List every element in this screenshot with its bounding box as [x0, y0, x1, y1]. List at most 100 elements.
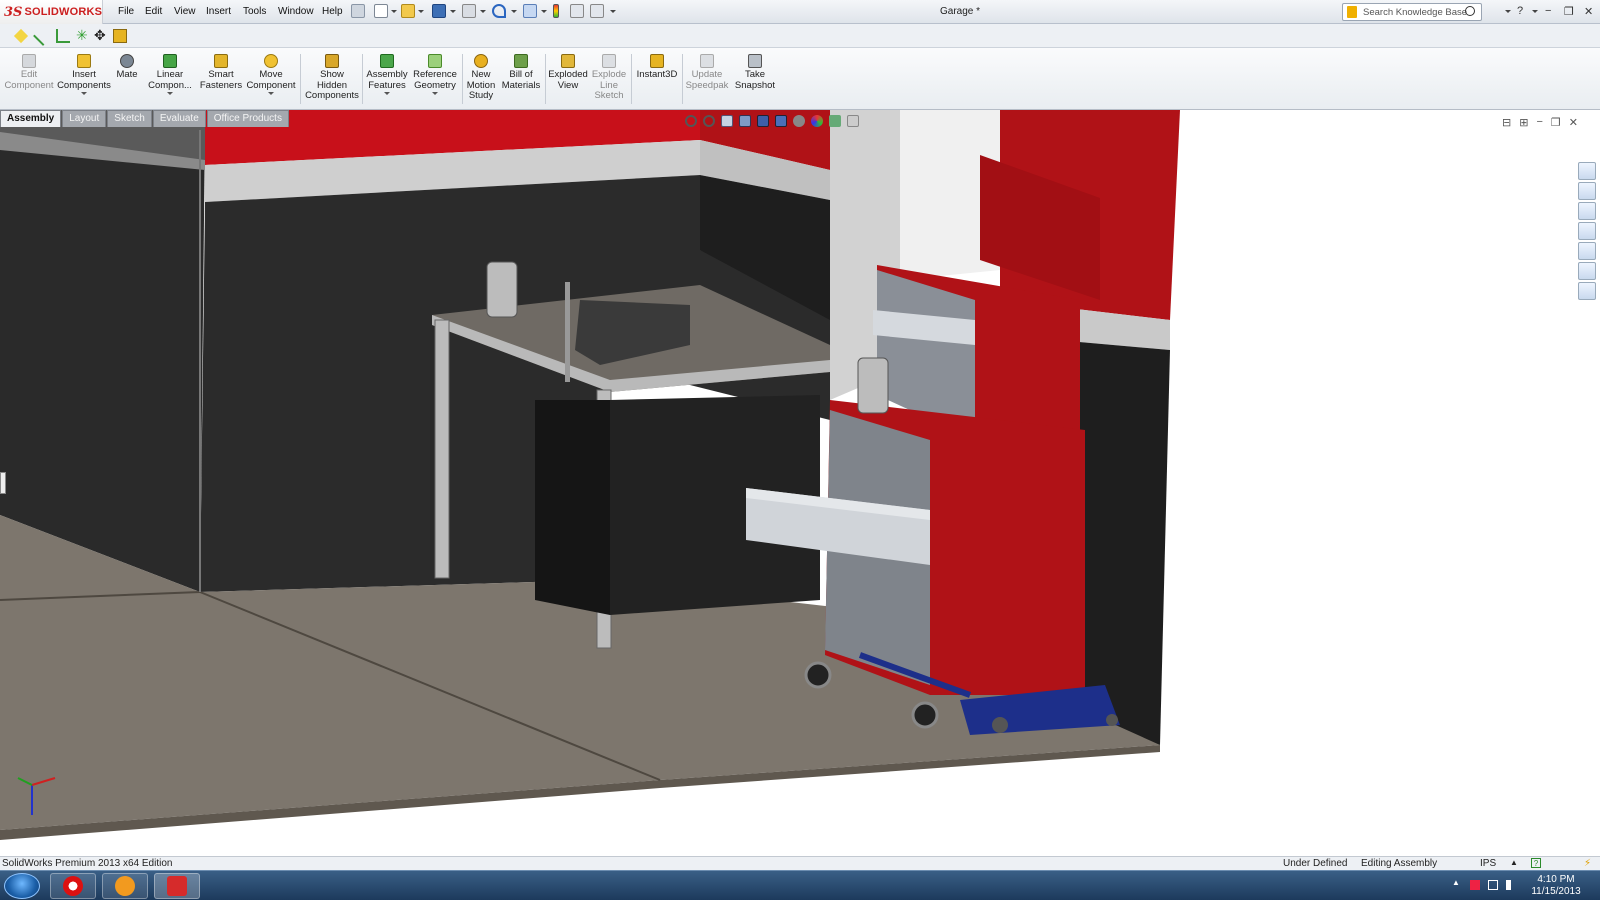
viewport-close-icon[interactable]: ✕ [1569, 116, 1578, 129]
folder-icon[interactable] [1578, 222, 1596, 240]
move-icon[interactable]: ✥ [94, 27, 108, 43]
search-knowledge-base[interactable]: Search Knowledge Base [1342, 3, 1482, 21]
unit-system-selector[interactable]: IPS [1480, 858, 1496, 869]
assembly-features-dropdown-icon[interactable] [384, 92, 390, 95]
rebuild-icon[interactable] [553, 4, 559, 18]
appearances-icon[interactable] [1578, 262, 1596, 280]
view-orientation-icon[interactable] [757, 115, 769, 127]
point-star-icon[interactable]: ✳ [76, 27, 90, 43]
move-component-dropdown-icon[interactable] [268, 92, 274, 95]
menu-insert[interactable]: Insert [206, 6, 231, 17]
show-hidden-components-button[interactable]: Show Hidden Components [304, 54, 360, 102]
menu-view[interactable]: View [174, 6, 196, 17]
network-icon[interactable] [1488, 880, 1498, 890]
rebuild-status-icon[interactable]: ⚡ [1584, 858, 1591, 869]
instant3d-button[interactable]: Instant3D [634, 54, 680, 81]
new-document-icon[interactable] [374, 4, 388, 18]
section-view-icon[interactable] [739, 115, 751, 127]
menu-edit[interactable]: Edit [145, 6, 162, 17]
menu-tools[interactable]: Tools [243, 6, 266, 17]
windows-start-button[interactable] [4, 873, 40, 899]
viewport-restore-icon[interactable]: ❐ [1551, 116, 1561, 129]
taskbar-solidworks[interactable] [154, 873, 200, 899]
line-icon[interactable] [33, 26, 53, 46]
action-center-flag-icon[interactable] [1470, 880, 1480, 890]
tile-vertical-icon[interactable]: ⊞ [1519, 116, 1528, 129]
edit-appearance-icon[interactable] [811, 115, 823, 127]
new-dropdown-icon[interactable] [391, 10, 397, 13]
take-snapshot-button[interactable]: Take Snapshot [732, 54, 778, 91]
minimize-icon[interactable]: − [1545, 5, 1551, 17]
solidworks-resources-icon[interactable] [1578, 162, 1596, 180]
reference-geometry-dropdown-icon[interactable] [432, 92, 438, 95]
options-icon[interactable] [590, 4, 604, 18]
edit-component-button[interactable]: Edit Component [4, 54, 54, 91]
linear-component-pattern-button[interactable]: Linear Compon... [145, 54, 195, 95]
graphics-area[interactable] [0, 110, 1600, 856]
update-speedpak-button[interactable]: Update Speedpak [684, 54, 730, 91]
tab-assembly[interactable]: Assembly [0, 110, 62, 127]
print-icon[interactable] [462, 4, 476, 18]
solidworks-logo[interactable]: 3S SOLIDWORKS [0, 0, 103, 24]
feature-manager-expand-handle[interactable] [0, 472, 6, 494]
file-properties-icon[interactable] [570, 4, 584, 18]
reference-geometry-button[interactable]: Reference Geometry [410, 54, 460, 95]
tab-evaluate[interactable]: Evaluate [152, 110, 206, 127]
tab-office-products[interactable]: Office Products [206, 110, 289, 127]
view-palette-icon[interactable] [1578, 242, 1596, 260]
search-dropdown-icon[interactable] [1505, 10, 1511, 13]
system-clock[interactable]: 4:10 PM 11/15/2013 [1520, 874, 1592, 898]
previous-view-icon[interactable] [721, 115, 733, 127]
tab-layout[interactable]: Layout [62, 110, 107, 127]
pin-icon[interactable] [351, 4, 365, 18]
move-component-button[interactable]: Move Component [246, 54, 296, 95]
insert-components-dropdown-icon[interactable] [81, 92, 87, 95]
instant3d-small-icon[interactable] [113, 29, 127, 43]
menu-help[interactable]: Help [322, 6, 343, 17]
mate-button[interactable]: Mate [112, 54, 142, 81]
print-dropdown-icon[interactable] [480, 10, 486, 13]
design-library-icon[interactable] [1578, 182, 1596, 200]
help-dropdown-icon[interactable] [1532, 10, 1538, 13]
zoom-to-fit-icon[interactable] [685, 115, 697, 127]
sketch-pencil-icon[interactable] [13, 28, 29, 44]
coordinate-icon[interactable] [56, 29, 70, 43]
taskbar-opera[interactable] [50, 873, 96, 899]
volume-icon[interactable] [1506, 880, 1516, 890]
undo-icon[interactable] [492, 4, 506, 18]
restore-icon[interactable]: ❐ [1564, 5, 1574, 18]
hide-show-items-icon[interactable] [793, 115, 805, 127]
insert-components-button[interactable]: Insert Components [56, 54, 112, 95]
tab-sketch[interactable]: Sketch [107, 110, 152, 127]
tile-horizontal-icon[interactable]: ⊟ [1502, 116, 1511, 129]
explode-line-sketch-button[interactable]: Explode Line Sketch [590, 54, 628, 102]
new-motion-study-button[interactable]: New Motion Study [464, 54, 498, 102]
smart-fasteners-button[interactable]: Smart Fasteners [198, 54, 244, 91]
open-dropdown-icon[interactable] [418, 10, 424, 13]
zoom-to-area-icon[interactable] [703, 115, 715, 127]
help-icon[interactable]: ? [1517, 5, 1523, 17]
save-icon[interactable] [432, 4, 446, 18]
menu-window[interactable]: Window [278, 6, 314, 17]
options-dropdown-icon[interactable] [610, 10, 616, 13]
select-dropdown-icon[interactable] [541, 10, 547, 13]
save-dropdown-icon[interactable] [450, 10, 456, 13]
file-explorer-icon[interactable] [1578, 202, 1596, 220]
bill-of-materials-button[interactable]: Bill of Materials [500, 54, 542, 91]
apply-scene-icon[interactable] [829, 115, 841, 127]
display-style-icon[interactable] [775, 115, 787, 127]
linear-pattern-dropdown-icon[interactable] [167, 92, 173, 95]
tray-expand-icon[interactable]: ▲ [1452, 878, 1462, 888]
assembly-features-button[interactable]: Assembly Features [364, 54, 410, 95]
search-icon[interactable] [1465, 6, 1475, 16]
menu-file[interactable]: File [118, 6, 134, 17]
exploded-view-button[interactable]: Exploded View [548, 54, 588, 91]
undo-dropdown-icon[interactable] [511, 10, 517, 13]
open-folder-icon[interactable] [401, 4, 415, 18]
custom-properties-icon[interactable] [1578, 282, 1596, 300]
close-icon[interactable]: ✕ [1584, 5, 1593, 18]
viewport-minimize-icon[interactable]: − [1536, 116, 1542, 129]
view-settings-icon[interactable] [847, 115, 859, 127]
taskbar-app-orange[interactable] [102, 873, 148, 899]
select-arrow-icon[interactable] [523, 4, 537, 18]
